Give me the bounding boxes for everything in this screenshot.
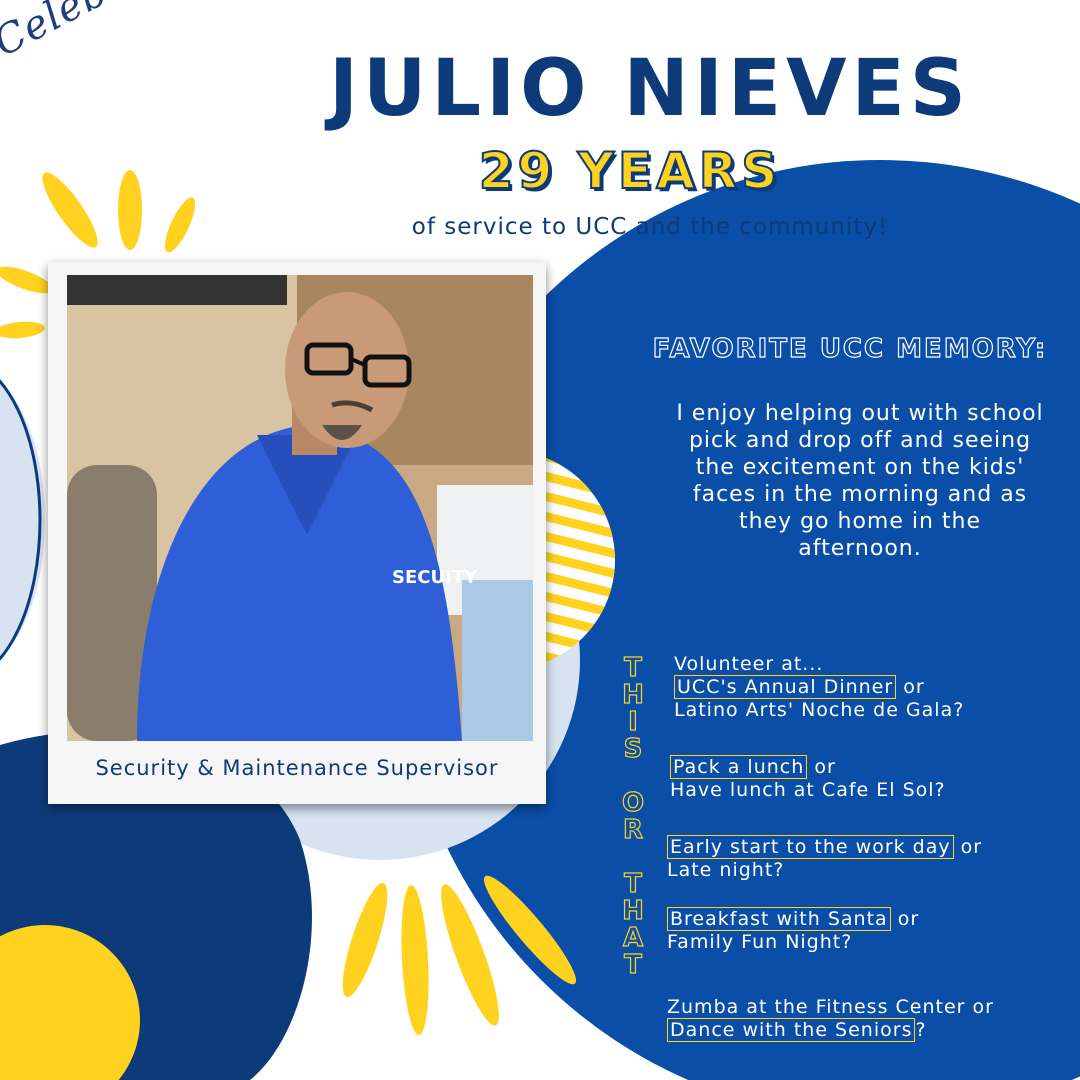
choice-connector: or — [897, 908, 920, 930]
memory-line: I enjoy helping out with school — [676, 401, 1044, 426]
label-letter: H — [622, 896, 645, 926]
label-letter: T — [624, 653, 643, 683]
choice-option-a: Pack a lunch — [670, 755, 808, 779]
choice-intro: Volunteer at... — [674, 653, 824, 675]
service-tagline: of service to UCC and the community! — [411, 214, 889, 240]
label-letter: H — [622, 680, 645, 710]
choice-connector: or — [903, 676, 925, 698]
memory-text: I enjoy helping out with school pick and… — [640, 400, 1080, 562]
profile-photo: SECUITY — [67, 275, 533, 741]
choice-suffix: ? — [915, 1019, 927, 1041]
choice-option-b: Latino Arts' Noche de Gala? — [674, 699, 965, 721]
memory-line: afternoon. — [798, 536, 922, 561]
choice-item-workday: Early start to the work day or Late nigh… — [667, 835, 983, 882]
memory-line: faces in the morning and as — [692, 482, 1028, 507]
memory-heading: FAVORITE UCC MEMORY: — [652, 333, 1048, 364]
label-letter: I — [628, 707, 639, 737]
label-letter: T — [624, 869, 643, 899]
choice-option-b: Have lunch at Cafe El Sol? — [670, 779, 946, 801]
shirt-logo-text: SECUITY — [392, 567, 478, 588]
choice-item-santa: Breakfast with Santa or Family Fun Night… — [667, 907, 920, 954]
choice-option-b: Late night? — [667, 859, 785, 881]
light-blue-blob — [0, 382, 45, 658]
honoree-name: JULIO NIEVES — [329, 44, 971, 134]
choice-option-a: Zumba at the Fitness Center or — [667, 996, 994, 1018]
choice-connector: or — [814, 756, 836, 778]
choice-option-a: Early start to the work day — [667, 835, 954, 859]
label-letter: O — [621, 788, 645, 818]
label-letter: A — [622, 923, 644, 953]
label-letter: R — [622, 815, 644, 845]
polaroid-frame: SECUITY Security & Maintenance Superviso… — [48, 262, 546, 804]
memory-line: the excitement on the kids' — [695, 455, 1025, 480]
label-letter: S — [623, 734, 643, 764]
choice-option-b: Dance with the Seniors — [667, 1018, 916, 1042]
years-of-service: 29 YEARS — [478, 141, 782, 201]
memory-line: pick and drop off and seeing — [688, 428, 1032, 453]
choice-option-a: Breakfast with Santa — [667, 907, 891, 931]
this-or-that-vertical-label: T H I S O R T H A T — [614, 653, 652, 980]
job-title-caption: Security & Maintenance Supervisor — [95, 756, 499, 780]
choice-item-lunch: Pack a lunch or Have lunch at Cafe El So… — [670, 755, 946, 802]
label-letter: T — [624, 950, 643, 980]
choice-item-zumba: Zumba at the Fitness Center or Dance wit… — [667, 996, 994, 1042]
choice-option-a: UCC's Annual Dinner — [674, 675, 897, 699]
choice-option-b: Family Fun Night? — [667, 931, 853, 953]
choice-connector: or — [960, 836, 983, 858]
memory-line: they go home in the — [738, 509, 982, 534]
choice-item-volunteer: Volunteer at... UCC's Annual Dinner or L… — [674, 653, 964, 722]
